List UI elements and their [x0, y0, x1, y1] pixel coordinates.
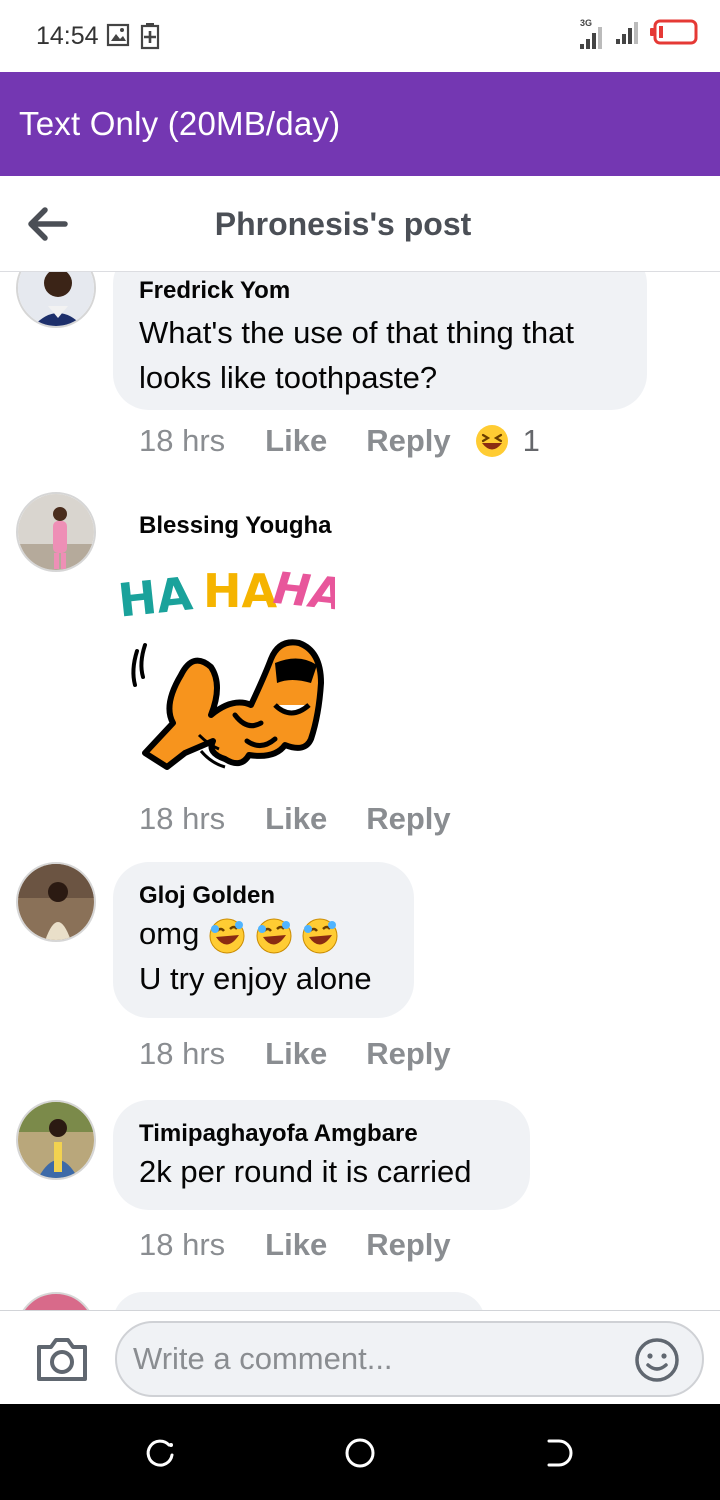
- comment-text: omg: [139, 916, 200, 951]
- avatar[interactable]: [16, 272, 96, 328]
- comment-composer: [0, 1310, 720, 1404]
- emoji-button[interactable]: [634, 1337, 680, 1383]
- battery-saver-icon: [140, 22, 160, 55]
- back-icon: [547, 1439, 573, 1467]
- rofl-emoji-icon: [256, 918, 292, 954]
- comment-text-line: omg: [139, 911, 388, 956]
- commenter-name[interactable]: Blessing Yougha: [139, 511, 331, 541]
- like-button[interactable]: Like: [265, 423, 327, 459]
- svg-text:HA: HA: [271, 563, 335, 621]
- commenter-name[interactable]: Fredrick Yom: [139, 276, 621, 306]
- comment-time[interactable]: 18 hrs: [139, 423, 225, 459]
- rofl-emoji-icon: [209, 918, 245, 954]
- data-saver-banner[interactable]: Text Only (20MB/day): [0, 72, 720, 176]
- rofl-emoji-icon: [302, 918, 338, 954]
- recent-apps-icon: [146, 1439, 174, 1467]
- avatar[interactable]: [16, 1292, 96, 1310]
- like-button[interactable]: Like: [265, 1036, 327, 1072]
- comment-bubble[interactable]: Fredrick Yom What's the use of that thin…: [113, 272, 647, 410]
- home-icon: [345, 1438, 375, 1468]
- recent-apps-button[interactable]: [143, 1436, 177, 1470]
- comment-text: 2k per round it is carried: [139, 1154, 472, 1189]
- comment-bubble[interactable]: [113, 1292, 485, 1310]
- comment-bubble[interactable]: Gloj Golden omg U try enjoy alone: [113, 862, 414, 1018]
- comment-time[interactable]: 18 hrs: [139, 1036, 225, 1072]
- comment-input-box[interactable]: [115, 1321, 704, 1397]
- comment-time[interactable]: 18 hrs: [139, 801, 225, 837]
- commenter-name[interactable]: Timipaghayofa Amgbare: [139, 1119, 504, 1149]
- comment-actions: 18 hrs Like Reply: [139, 1036, 451, 1072]
- camera-button[interactable]: [35, 1335, 89, 1383]
- network-type-label: 3G: [580, 18, 593, 28]
- reaction-summary[interactable]: 1: [475, 423, 540, 459]
- status-time: 14:54: [36, 22, 99, 50]
- laughing-emoji-icon: [475, 425, 508, 457]
- system-nav-bar: [0, 1404, 720, 1500]
- svg-text:HA: HA: [203, 564, 277, 618]
- comment-actions: 18 hrs Like Reply: [139, 801, 451, 837]
- comment-text: looks like toothpaste?: [139, 360, 438, 395]
- comment-bubble[interactable]: Timipaghayofa Amgbare 2k per round it is…: [113, 1100, 530, 1210]
- back-nav-button[interactable]: [543, 1436, 577, 1470]
- image-notification-icon: [106, 22, 130, 53]
- post-header: Phronesis's post: [0, 176, 720, 272]
- reply-button[interactable]: Reply: [366, 1036, 450, 1072]
- comment-time[interactable]: 18 hrs: [139, 1227, 225, 1263]
- status-bar: 14:54 3G: [0, 0, 720, 72]
- like-button[interactable]: Like: [265, 1227, 327, 1263]
- comment-list[interactable]: Fredrick Yom What's the use of that thin…: [0, 272, 720, 1310]
- comment-actions: 18 hrs Like Reply: [139, 1227, 451, 1263]
- avatar[interactable]: [16, 1100, 96, 1180]
- battery-icon: [650, 19, 698, 50]
- avatar[interactable]: [16, 492, 96, 572]
- comment-text: What's the use of that thing that: [139, 315, 575, 350]
- page-title: Phronesis's post: [214, 206, 472, 242]
- avatar[interactable]: [16, 862, 96, 942]
- comment-actions: 18 hrs Like Reply 1: [139, 423, 540, 459]
- status-right: 3G: [578, 18, 698, 50]
- camera-icon: [37, 1338, 87, 1381]
- svg-text:HA: HA: [116, 566, 196, 627]
- reply-button[interactable]: Reply: [366, 801, 450, 837]
- signal-icon: [614, 17, 642, 50]
- reply-button[interactable]: Reply: [366, 1227, 450, 1263]
- comment-text: U try enjoy alone: [139, 961, 372, 996]
- reply-button[interactable]: Reply: [366, 423, 450, 459]
- banner-text: Text Only (20MB/day): [19, 105, 341, 142]
- signal-icon: 3G: [578, 18, 606, 50]
- comment-input[interactable]: [133, 1323, 623, 1395]
- reaction-count: 1: [522, 423, 540, 458]
- home-button[interactable]: [343, 1436, 377, 1470]
- commenter-name[interactable]: Gloj Golden: [139, 881, 388, 911]
- smiley-icon: [635, 1338, 679, 1382]
- like-button[interactable]: Like: [265, 801, 327, 837]
- laughing-dog-sticker[interactable]: HA HA HA: [115, 555, 347, 780]
